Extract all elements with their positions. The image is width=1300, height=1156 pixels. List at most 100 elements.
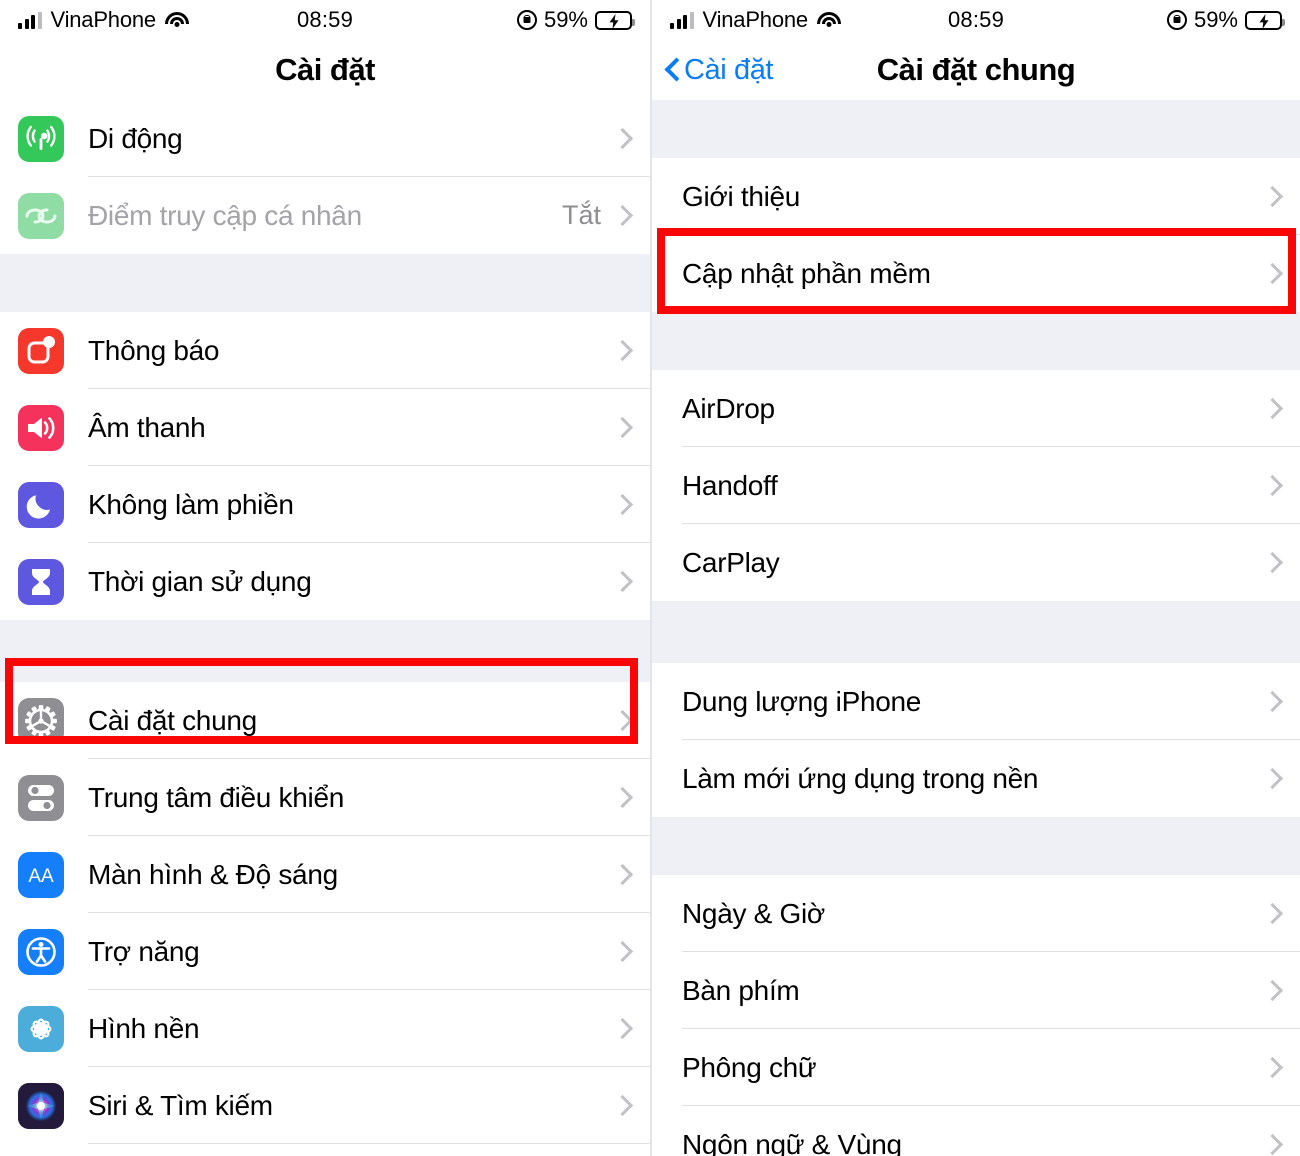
list-item[interactable]: Không làm phiền [0, 466, 650, 543]
nav-bar-right: Cài đặt Cài đặt chung [652, 40, 1300, 100]
list-item-label: Thông báo [88, 334, 220, 366]
do-not-disturb-icon [18, 481, 64, 528]
list-item-label: Phông chữ [682, 1051, 817, 1083]
sounds-icon [18, 404, 64, 451]
chevron-right-icon [1265, 551, 1278, 574]
battery-charging-icon [1245, 10, 1285, 30]
list-item[interactable]: Bàn phím [652, 952, 1300, 1029]
settings-list-right[interactable]: Giới thiệu Cập nhật phần mềm AirDrop Handof… [652, 100, 1300, 1156]
rotation-lock-icon [516, 10, 537, 30]
list-item[interactable]: Dung lượng iPhone [652, 663, 1300, 740]
chevron-right-icon [615, 204, 628, 227]
cellular-icon [18, 115, 64, 162]
settings-group: Dung lượng iPhone Làm mới ứng dụng trong … [652, 663, 1300, 817]
left-screen-settings: VinaPhone 08:59 59% Cài đặt Di động Điểm… [0, 0, 650, 1156]
wallpaper-icon [18, 1005, 64, 1052]
chevron-right-icon [615, 709, 628, 732]
chevron-right-icon [1265, 185, 1278, 208]
back-button[interactable]: Cài đặt [666, 54, 773, 87]
chevron-right-icon [1265, 767, 1278, 790]
settings-group: Thông báo Âm thanh Không làm phiền Thời … [0, 312, 650, 620]
chevron-right-icon [1265, 262, 1278, 285]
chevron-right-icon [1265, 979, 1278, 1002]
settings-group: Cài đặt chung Trung tâm điều khiển AA Mà… [0, 682, 650, 1156]
list-item[interactable]: Ngày & Giờ [652, 875, 1300, 952]
group-gap [652, 312, 1300, 370]
notifications-icon [18, 327, 64, 374]
list-item-label: Ngôn ngữ & Vùng [682, 1128, 902, 1156]
chevron-right-icon [615, 863, 628, 886]
list-item-label: Âm thanh [88, 411, 206, 443]
chevron-right-icon [615, 1094, 628, 1117]
chevron-right-icon [1265, 474, 1278, 497]
list-item[interactable]: Handoff [652, 447, 1300, 524]
list-item-label: Dung lượng iPhone [682, 685, 922, 717]
list-item[interactable]: Cài đặt chung [0, 682, 650, 759]
page-title-left: Cài đặt [275, 52, 375, 87]
list-item[interactable]: Di động [0, 100, 650, 177]
list-item[interactable]: Phông chữ [652, 1029, 1300, 1106]
list-item[interactable]: Siri & Tìm kiếm [0, 1067, 650, 1144]
list-item-label: Bàn phím [682, 974, 800, 1006]
group-gap [652, 100, 1300, 158]
list-item[interactable]: Giới thiệu [652, 158, 1300, 235]
right-screen-general-settings: VinaPhone 08:59 59% Cài đặt Cài đặt chun… [650, 0, 1300, 1156]
settings-group: Giới thiệu Cập nhật phần mềm [652, 158, 1300, 312]
display-brightness-icon: AA [18, 851, 64, 898]
list-item[interactable]: Touch ID & Mật mã [0, 1144, 650, 1156]
list-item[interactable]: Ngôn ngữ & Vùng [652, 1106, 1300, 1156]
chevron-right-icon [1265, 1056, 1278, 1079]
list-item-label: Ngày & Giờ [682, 897, 825, 929]
group-gap [0, 620, 650, 682]
list-item[interactable]: Thời gian sử dụng [0, 543, 650, 620]
control-center-icon [18, 774, 64, 821]
settings-group: AirDrop Handoff CarPlay [652, 370, 1300, 601]
list-item[interactable]: Trung tâm điều khiển [0, 759, 650, 836]
list-item-label: Siri & Tìm kiếm [88, 1089, 273, 1121]
list-item[interactable]: CarPlay [652, 524, 1300, 601]
battery-charging-icon [595, 10, 635, 30]
dual-screenshot-container: VinaPhone 08:59 59% Cài đặt Di động Điểm… [0, 0, 1300, 1156]
settings-group: Di động Điểm truy cập cá nhân Tắt [0, 100, 650, 254]
clock-label: 08:59 [296, 7, 354, 32]
list-item[interactable]: AirDrop [652, 370, 1300, 447]
list-item-label: Di động [88, 122, 183, 154]
list-item-label: CarPlay [682, 546, 780, 578]
chevron-right-icon [1265, 1133, 1278, 1156]
list-item-label: Không làm phiền [88, 488, 294, 520]
group-gap [652, 817, 1300, 875]
list-item[interactable]: Điểm truy cập cá nhân Tắt [0, 177, 650, 254]
chevron-right-icon [615, 493, 628, 516]
svg-text:AA: AA [28, 866, 54, 887]
chevron-right-icon [1265, 690, 1278, 713]
siri-icon [18, 1082, 64, 1129]
list-item-label: Hình nền [88, 1012, 200, 1044]
list-item[interactable]: Trợ năng [0, 913, 650, 990]
screen-time-icon [18, 558, 64, 605]
list-item-value: Tắt [561, 200, 601, 230]
list-item-label: Màn hình & Độ sáng [88, 858, 338, 890]
list-item[interactable]: Cập nhật phần mềm [652, 235, 1300, 312]
list-item-label: Handoff [682, 469, 778, 501]
list-item[interactable]: Âm thanh [0, 389, 650, 466]
list-item-label: Trợ năng [88, 935, 200, 967]
chevron-right-icon [615, 786, 628, 809]
list-item[interactable]: Làm mới ứng dụng trong nền [652, 740, 1300, 817]
accessibility-icon [18, 928, 64, 975]
group-gap [652, 601, 1300, 663]
list-item-label: Giới thiệu [682, 180, 801, 212]
list-item[interactable]: Thông báo [0, 312, 650, 389]
chevron-right-icon [615, 416, 628, 439]
settings-group: Ngày & Giờ Bàn phím Phông chữ Ngôn ngữ & Vù… [652, 875, 1300, 1156]
chevron-right-icon [615, 940, 628, 963]
list-item-label: AirDrop [682, 392, 775, 424]
list-item[interactable]: AA Màn hình & Độ sáng [0, 836, 650, 913]
chevron-right-icon [1265, 397, 1278, 420]
list-item[interactable]: Hình nền [0, 990, 650, 1067]
chevron-right-icon [615, 1017, 628, 1040]
list-item-label: Cài đặt chung [88, 704, 257, 736]
group-gap [0, 254, 650, 312]
status-bar-left: VinaPhone 08:59 59% [0, 0, 650, 40]
clock-label: 08:59 [947, 7, 1005, 32]
settings-list-left[interactable]: Di động Điểm truy cập cá nhân Tắt Thông b… [0, 100, 650, 1156]
